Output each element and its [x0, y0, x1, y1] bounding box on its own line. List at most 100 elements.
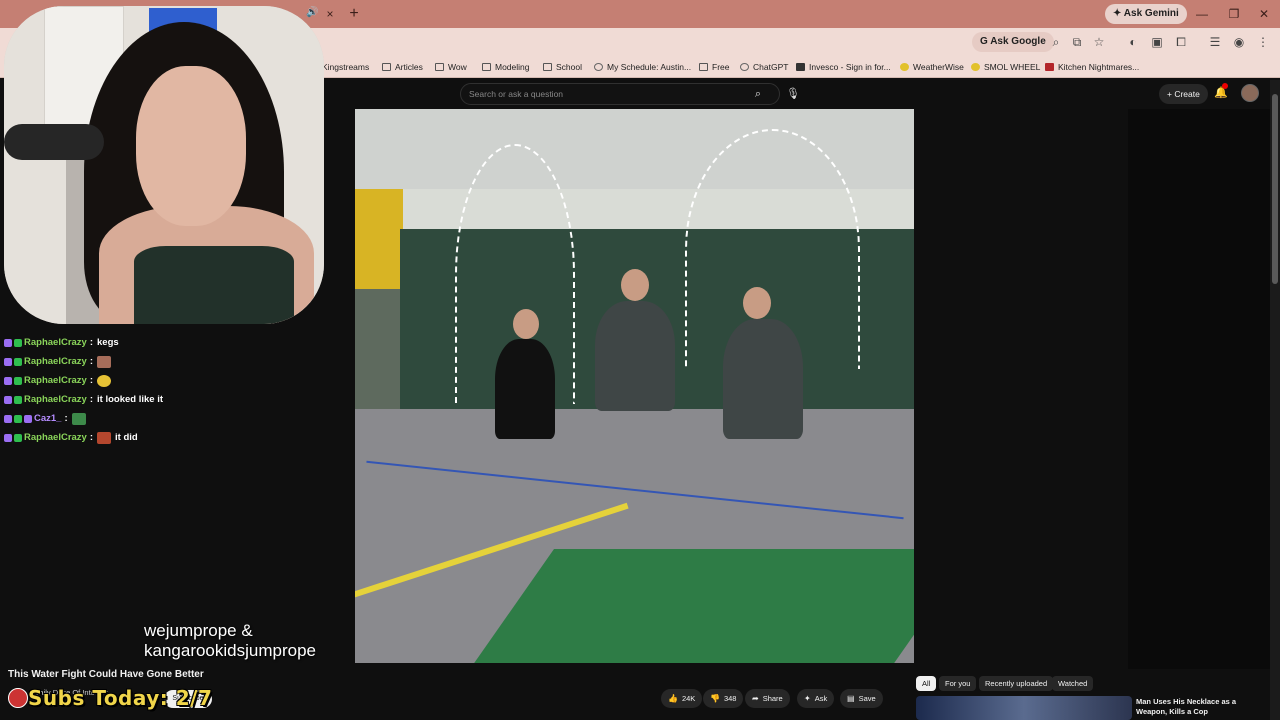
- profile-icon[interactable]: ◉: [1230, 33, 1248, 51]
- search-bar[interactable]: Search or ask a question ⌕: [460, 83, 780, 105]
- chat-username[interactable]: RaphaelCrazy: [24, 355, 87, 369]
- chip-watched[interactable]: Watched: [1052, 676, 1094, 691]
- bookmark-wow[interactable]: Wow: [435, 60, 467, 74]
- invesco-icon: [796, 63, 805, 71]
- account-avatar[interactable]: [1241, 84, 1259, 102]
- bookmark-articles[interactable]: Articles: [382, 60, 423, 74]
- vip-badge-icon: [24, 414, 32, 423]
- minimize-button[interactable]: —: [1190, 4, 1214, 24]
- sub-badge-icon: [4, 433, 12, 442]
- video-title: This Water Fight Could Have Gone Better: [8, 669, 204, 680]
- bookmark-smol-wheel[interactable]: SMOL WHEEL: [971, 60, 1040, 74]
- puzzle-icon[interactable]: ⧠: [1172, 33, 1190, 51]
- chat-username[interactable]: RaphaelCrazy: [24, 393, 87, 407]
- recommended-video-title[interactable]: Man Uses His Necklace as a Weapon, Kills…: [1136, 697, 1266, 717]
- bookmark-my-schedule[interactable]: My Schedule: Austin...: [594, 60, 691, 74]
- extension-2-icon[interactable]: ▣: [1148, 33, 1166, 51]
- chip-for-you[interactable]: For you: [939, 676, 977, 691]
- caption-line-2: kangarookidsjumprope: [144, 641, 316, 660]
- search-input[interactable]: Search or ask a question: [469, 84, 563, 104]
- sub-badge-icon: [4, 357, 12, 366]
- chat-message: Caz1_:: [4, 409, 344, 428]
- chat-separator: :: [89, 336, 94, 348]
- chat-message: RaphaelCrazy: it did: [4, 428, 344, 447]
- bookmark-modeling[interactable]: Modeling: [482, 60, 530, 74]
- restore-button[interactable]: ❐: [1222, 4, 1246, 24]
- save-button[interactable]: ▤ Save: [840, 689, 883, 708]
- ask-label: Ask: [814, 694, 828, 703]
- kitchen-icon: [1045, 63, 1054, 71]
- ask-google-label: Ask Google: [990, 36, 1046, 47]
- video-jumper-2: [595, 301, 675, 411]
- save-icon: ▤: [847, 694, 855, 703]
- search-icon[interactable]: ⌕: [749, 85, 767, 103]
- menu-icon[interactable]: ⋮: [1254, 33, 1272, 51]
- channel-avatar[interactable]: [8, 688, 28, 708]
- bookmark-free[interactable]: Free: [699, 60, 729, 74]
- like-button[interactable]: 👍 24K: [661, 689, 703, 708]
- thumbs-down-icon: 👎: [710, 694, 720, 703]
- create-button[interactable]: + Create: [1159, 84, 1208, 104]
- folder-icon: [699, 63, 708, 71]
- caption-line-1: wejumprope &: [144, 621, 253, 640]
- mod-badge-icon: [14, 433, 22, 442]
- chip-all[interactable]: All: [916, 676, 937, 691]
- new-tab-button[interactable]: +: [344, 4, 364, 24]
- notification-dot: [1222, 83, 1228, 89]
- chat-username[interactable]: RaphaelCrazy: [24, 431, 87, 445]
- bookmark-school[interactable]: School: [543, 60, 582, 74]
- close-window-button[interactable]: ✕: [1252, 4, 1276, 24]
- bookmark-kingstreams[interactable]: Kingstreams: [322, 60, 369, 74]
- bookmark-kitchen-nightmares[interactable]: Kitchen Nightmares...: [1045, 60, 1139, 74]
- extension-icon[interactable]: ◐: [1124, 33, 1142, 51]
- bolt-icon: [900, 63, 909, 71]
- folder-icon: [482, 63, 491, 71]
- stream-chat: RaphaelCrazy: kegs RaphaelCrazy: Raphael…: [4, 333, 344, 447]
- wheel-icon: [971, 63, 980, 71]
- mod-badge-icon: [14, 395, 22, 404]
- video-jumper-1: [495, 339, 555, 439]
- chat-separator: :: [89, 355, 94, 367]
- sparkle-icon: ✦: [804, 694, 811, 703]
- chip-recently-uploaded[interactable]: Recently uploaded: [979, 676, 1054, 691]
- microphone-icon[interactable]: 🎙: [784, 85, 802, 103]
- chat-username[interactable]: Caz1_: [34, 412, 61, 426]
- chat-username[interactable]: RaphaelCrazy: [24, 336, 87, 350]
- share-button[interactable]: ➦ Share: [745, 689, 790, 708]
- chat-message: RaphaelCrazy: kegs: [4, 333, 344, 352]
- zoom-icon[interactable]: ⌕: [1047, 33, 1065, 51]
- sub-badge-icon: [4, 395, 12, 404]
- subs-today-overlay: Subs Today: 2/7: [28, 686, 213, 710]
- share-label: Share: [762, 694, 783, 703]
- page-scrollbar[interactable]: [1270, 80, 1280, 720]
- dislike-button[interactable]: 👎 348: [703, 689, 744, 708]
- globe-icon: [594, 63, 603, 71]
- emote-icon: [97, 431, 112, 444]
- emote-icon: [97, 374, 112, 387]
- tab-close-button[interactable]: ×: [322, 6, 338, 22]
- chat-message: RaphaelCrazy:: [4, 352, 344, 371]
- video-player[interactable]: [355, 109, 914, 663]
- folder-icon: [435, 63, 444, 71]
- reading-list-icon[interactable]: ☰: [1206, 33, 1224, 51]
- bookmark-weatherwise[interactable]: WeatherWise: [900, 60, 964, 74]
- like-count: 24K: [681, 694, 696, 703]
- cast-icon[interactable]: ⧉: [1068, 33, 1086, 51]
- ask-gemini-button[interactable]: ✦ Ask Gemini: [1105, 4, 1187, 24]
- webcam-microphone: [4, 124, 104, 160]
- dislike-count: 348: [723, 694, 737, 703]
- folder-icon: [543, 63, 552, 71]
- chat-separator: :: [89, 431, 94, 443]
- emote-icon: [97, 355, 112, 368]
- scrollbar-thumb[interactable]: [1272, 94, 1278, 284]
- ask-gemini-label: Ask Gemini: [1123, 8, 1179, 19]
- mod-badge-icon: [14, 357, 22, 366]
- chat-username[interactable]: RaphaelCrazy: [24, 374, 87, 388]
- webcam-streamer-top: [134, 246, 294, 324]
- bookmark-chatgpt[interactable]: ChatGPT: [740, 60, 788, 74]
- bookmark-invesco[interactable]: Invesco - Sign in for...: [796, 60, 891, 74]
- recommended-video-thumbnail[interactable]: [916, 696, 1132, 720]
- ask-button[interactable]: ✦ Ask: [797, 689, 835, 708]
- ask-google-button[interactable]: G Ask Google: [972, 32, 1054, 52]
- bookmark-star-icon[interactable]: ☆: [1090, 33, 1108, 51]
